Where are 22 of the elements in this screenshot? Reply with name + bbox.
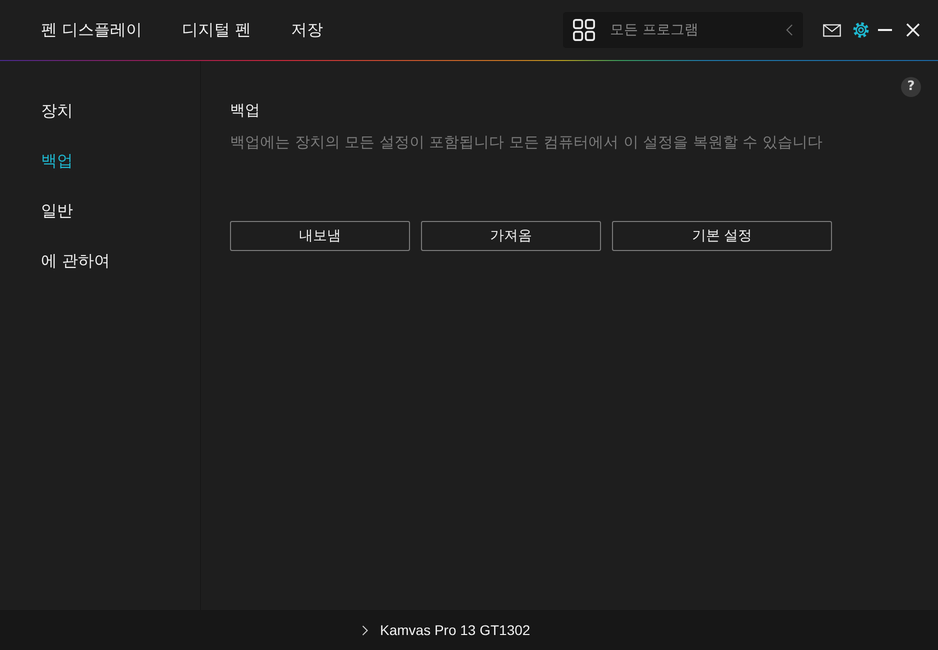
program-selector[interactable]: 모든 프로그램 bbox=[563, 12, 803, 48]
action-button[interactable]: 기본 설정 bbox=[612, 221, 832, 251]
help-button[interactable]: ? bbox=[901, 77, 921, 97]
nav-tab[interactable]: 펜 디스플레이 bbox=[41, 20, 142, 40]
mail-icon[interactable] bbox=[823, 24, 841, 36]
section-description: 백업에는 장치의 모든 설정이 포함됩니다 모든 컴퓨터에서 이 설정을 복원할 수 있습니다 bbox=[230, 132, 824, 152]
sidebar-item[interactable]: 일반 bbox=[0, 186, 200, 236]
close-icon[interactable] bbox=[906, 23, 920, 37]
action-button[interactable]: 가져옴 bbox=[421, 221, 601, 251]
program-name: 모든 프로그램 bbox=[610, 21, 698, 39]
grid-icon bbox=[573, 19, 595, 41]
action-button[interactable]: 내보냄 bbox=[230, 221, 410, 251]
settings-icon[interactable] bbox=[853, 22, 869, 38]
section-title: 백업 bbox=[230, 100, 261, 120]
nav-tab[interactable]: 디지털 펜 bbox=[182, 20, 252, 40]
chevron-right-icon[interactable] bbox=[362, 624, 368, 636]
sidebar-item[interactable]: 백업 bbox=[0, 136, 200, 186]
sidebar-item[interactable]: 에 관하여 bbox=[0, 236, 200, 286]
chevron-left-icon[interactable] bbox=[786, 24, 793, 36]
sidebar-item[interactable]: 장치 bbox=[0, 86, 200, 136]
device-name[interactable]: Kamvas Pro 13 GT1302 bbox=[380, 622, 530, 638]
nav-tab[interactable]: 저장 bbox=[291, 20, 324, 40]
